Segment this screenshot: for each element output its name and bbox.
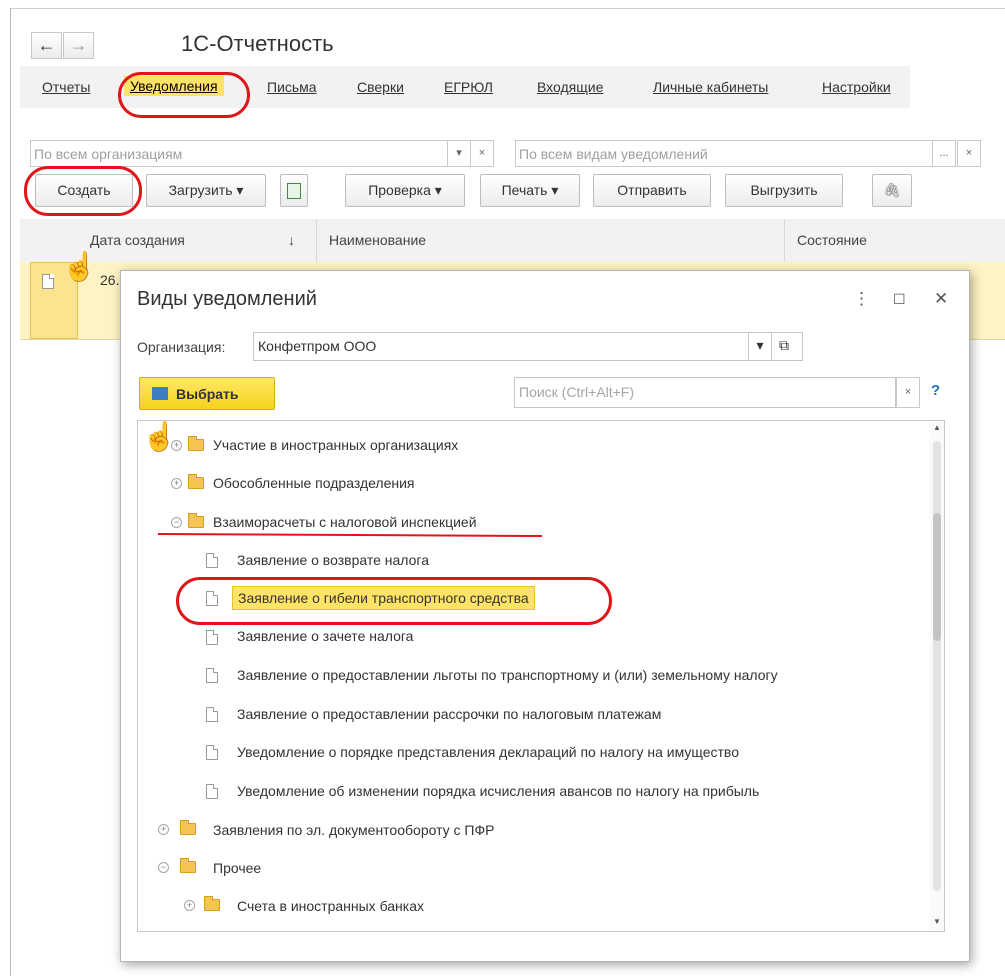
- collapse-icon[interactable]: −: [158, 862, 169, 873]
- search-placeholder: Поиск (Ctrl+Alt+F): [519, 384, 635, 400]
- document-icon: [206, 630, 218, 645]
- kind-select-button[interactable]: ...: [932, 140, 956, 167]
- organization-field[interactable]: Конфетпром ООО ▾ ⧉: [253, 332, 803, 361]
- scroll-track[interactable]: [933, 441, 941, 891]
- document-icon: [206, 668, 218, 683]
- export-button[interactable]: Выгрузить: [725, 174, 843, 207]
- tree-node[interactable]: Уведомление об изменении порядка исчисле…: [237, 780, 759, 802]
- pointer-hand-icon: ☝: [142, 421, 177, 452]
- organization-value: Конфетпром ООО: [258, 338, 377, 354]
- column-name[interactable]: Наименование: [329, 232, 426, 248]
- document-icon: [206, 553, 218, 568]
- menu-egrul[interactable]: ЕГРЮЛ: [444, 79, 493, 95]
- scroll-up-icon[interactable]: ▲: [933, 423, 941, 432]
- kind-clear-button[interactable]: ×: [957, 140, 981, 167]
- menu-personal-accounts[interactable]: Личные кабинеты: [653, 79, 768, 95]
- menu-reconciliations[interactable]: Сверки: [357, 79, 404, 95]
- add-file-icon: [287, 183, 301, 200]
- annotation-ring-notifications: [118, 72, 250, 118]
- tree-node[interactable]: Заявление о предоставлении льготы по тра…: [237, 664, 778, 686]
- organization-dropdown-button[interactable]: ▾: [748, 333, 772, 360]
- tree-node[interactable]: Заявление о зачете налога: [237, 625, 413, 647]
- menu-reports[interactable]: Отчеты: [42, 79, 90, 95]
- folder-icon: [204, 896, 220, 911]
- document-icon: [206, 745, 218, 760]
- help-icon[interactable]: ?: [931, 382, 940, 399]
- folder-icon: [180, 858, 196, 873]
- folder-icon: [188, 436, 204, 451]
- tree-node[interactable]: Заявления по эл. документообороту с ПФР: [213, 819, 494, 841]
- organization-filter-placeholder: По всем организациям: [34, 146, 183, 162]
- search-input[interactable]: Поиск (Ctrl+Alt+F): [514, 377, 896, 408]
- open-organization-icon[interactable]: ⧉: [772, 333, 796, 360]
- sort-arrow-icon: ↓: [288, 232, 295, 248]
- folder-icon: [180, 820, 196, 835]
- app-title: 1С-Отчетность: [181, 31, 334, 56]
- notification-kind-placeholder: По всем видам уведомлений: [519, 146, 708, 162]
- tree-scrollbar[interactable]: ▲ ▼: [930, 421, 944, 931]
- organization-label: Организация:: [137, 339, 226, 355]
- paperclip-icon: 🖇: [883, 182, 901, 198]
- tree-node[interactable]: Прочее: [213, 857, 261, 879]
- collapse-icon[interactable]: −: [171, 517, 182, 528]
- scroll-down-icon[interactable]: ▼: [933, 917, 941, 926]
- tree-node[interactable]: Взаиморасчеты с налоговой инспекцией: [213, 511, 477, 533]
- folder-icon: [188, 513, 204, 528]
- scroll-thumb[interactable]: [933, 513, 941, 641]
- organization-dropdown-button[interactable]: ▾: [447, 140, 471, 167]
- expand-icon[interactable]: +: [158, 824, 169, 835]
- maximize-icon[interactable]: ☐: [893, 291, 906, 308]
- document-icon: [42, 274, 54, 289]
- column-state[interactable]: Состояние: [797, 232, 867, 248]
- document-icon: [206, 784, 218, 799]
- tree-node[interactable]: Уведомление о порядке представления декл…: [237, 741, 739, 763]
- more-menu-icon[interactable]: ⋮: [853, 289, 870, 309]
- select-button-label: Выбрать: [176, 386, 239, 402]
- tree-node[interactable]: Счета в иностранных банках: [237, 895, 424, 917]
- menu-incoming[interactable]: Входящие: [537, 79, 603, 95]
- expand-icon[interactable]: +: [184, 900, 195, 911]
- table-header: Дата создания ↓ Наименование Состояние: [20, 219, 1005, 263]
- annotation-ring-create: [24, 166, 142, 216]
- document-icon: [206, 707, 218, 722]
- notification-kinds-tree: + Участие в иностранных организациях + О…: [137, 420, 945, 932]
- menu-letters[interactable]: Письма: [267, 79, 317, 95]
- folder-icon: [188, 474, 204, 489]
- close-icon[interactable]: ✕: [934, 289, 948, 309]
- check-button[interactable]: Проверка ▾: [345, 174, 465, 207]
- notification-kind-filter[interactable]: По всем видам уведомлений: [515, 140, 933, 167]
- select-icon: [152, 387, 168, 400]
- load-button[interactable]: Загрузить ▾: [146, 174, 266, 207]
- menu-settings[interactable]: Настройки: [822, 79, 891, 95]
- column-divider: [316, 219, 317, 262]
- forward-button[interactable]: →: [63, 32, 94, 59]
- send-button[interactable]: Отправить: [593, 174, 711, 207]
- search-clear-button[interactable]: ×: [896, 377, 920, 408]
- tree-node[interactable]: Заявление о предоставлении рассрочки по …: [237, 703, 661, 725]
- tree-node[interactable]: Обособленные подразделения: [213, 472, 415, 494]
- organization-clear-button[interactable]: ×: [470, 140, 494, 167]
- annotation-ring-selected: [176, 577, 612, 625]
- attach-button[interactable]: 🖇: [872, 174, 912, 207]
- column-date[interactable]: Дата создания: [90, 232, 185, 248]
- select-button[interactable]: Выбрать: [139, 377, 275, 410]
- back-button[interactable]: ←: [31, 32, 62, 59]
- pointer-hand-icon: ☝: [62, 251, 97, 282]
- expand-icon[interactable]: +: [171, 478, 182, 489]
- tree-node[interactable]: Участие в иностранных организациях: [213, 434, 458, 456]
- add-file-button[interactable]: [280, 174, 308, 207]
- organization-filter[interactable]: По всем организациям ▾ ×: [30, 140, 494, 167]
- column-divider: [784, 219, 785, 262]
- tree-node[interactable]: Заявление о возврате налога: [237, 549, 429, 571]
- dialog-title: Виды уведомлений: [137, 288, 317, 310]
- print-button[interactable]: Печать ▾: [480, 174, 580, 207]
